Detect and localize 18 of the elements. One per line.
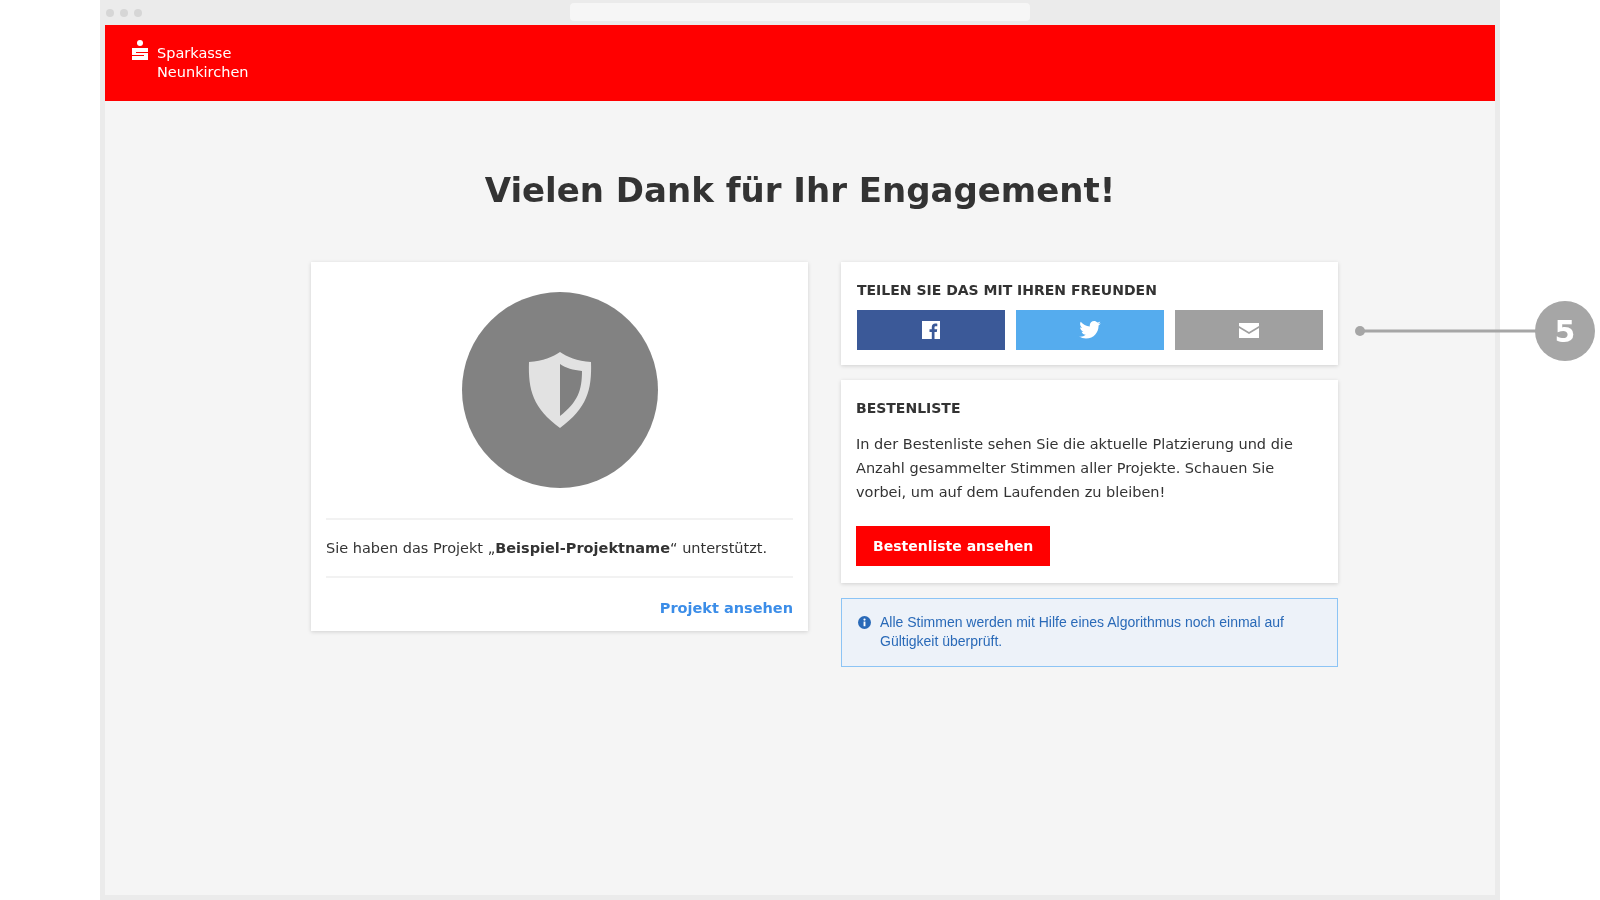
twitter-share-button[interactable] <box>1016 310 1164 350</box>
support-message: Sie haben das Projekt „Beispiel-Projektname“ unterstützt. <box>326 540 769 556</box>
info-note-text: Alle Stimmen werden mit Hilfe eines Algorithmus noch einmal auf Gültigkeit überprüft. <box>880 613 1285 651</box>
logo-text: Sparkasse <box>157 44 233 63</box>
email-share-button[interactable] <box>1175 310 1323 350</box>
facebook-share-button[interactable] <box>857 310 1005 350</box>
share-heading: TEILEN SIE DAS MIT IHREN FREUNDEN <box>857 282 1158 298</box>
callout-number-badge: 5 <box>1535 301 1595 361</box>
page-title: Vielen Dank für Ihr Engagement! <box>483 169 1117 212</box>
facebook-icon <box>922 321 940 339</box>
info-icon <box>858 616 871 629</box>
leaderboard-heading: BESTENLISTE <box>856 400 962 416</box>
project-link[interactable]: Projekt ansehen <box>659 600 793 616</box>
logo-text: Neunkirchen <box>157 63 249 82</box>
leaderboard-button[interactable]: Bestenliste ansehen <box>856 526 1051 566</box>
leaderboard-description: In der Bestenliste sehen Sie die aktuelle Platzierung und die Anzahl gesammelter Stimmen aller Projekte. Schauen Sie vorbei, um auf dem Laufenden zu bleiben! <box>856 435 1294 502</box>
bird-icon <box>1079 321 1101 339</box>
envelope-icon <box>1239 322 1259 338</box>
